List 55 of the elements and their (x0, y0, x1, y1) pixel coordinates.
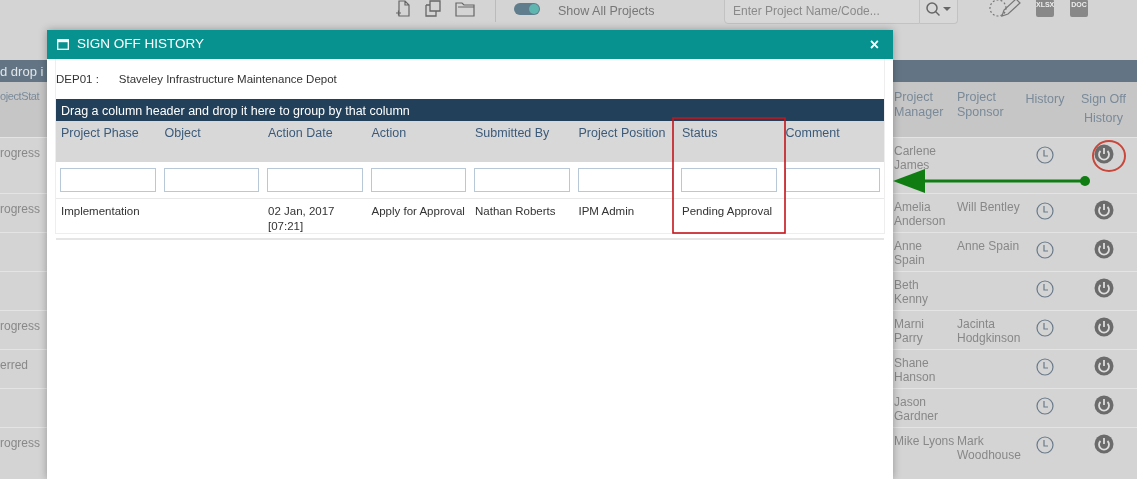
table-cell: Carlene James (894, 144, 937, 173)
column-header[interactable]: Project Phase (61, 126, 155, 142)
close-button[interactable]: × (865, 36, 883, 53)
toggle-label: Show All Projects (558, 3, 655, 20)
table-cell: Amelia Anderson (894, 200, 946, 229)
table-cell: Mike Lyons (894, 434, 955, 448)
table-cell: rogress (0, 319, 40, 333)
table-cell: rogress (0, 436, 40, 450)
highlight-circle (1090, 139, 1128, 175)
column-header[interactable]: Object (164, 126, 258, 142)
table-cell: Apply for Approval (371, 205, 465, 218)
table-cell: Anne Spain (957, 239, 1020, 253)
search-button[interactable] (920, 0, 958, 24)
table-cell: erred (0, 358, 28, 372)
column-header[interactable]: Status (682, 126, 776, 142)
filter-field[interactable] (784, 168, 880, 193)
table-cell: 02 Jan, 2017 [07:21] (268, 205, 335, 232)
table-cell: Will Bentley (957, 200, 1020, 214)
project-name: Staveley Infrastructure Maintenance Depot (118, 72, 337, 87)
filter-field[interactable] (267, 168, 363, 193)
window-icon (57, 39, 69, 50)
column-header[interactable]: Submitted By (475, 126, 569, 142)
table-cell: Anne Spain (894, 239, 925, 268)
folder-icon[interactable] (455, 1, 475, 17)
dialog-title: SIGN OFF HISTORY (77, 35, 205, 54)
table-cell: Implementation (61, 205, 140, 218)
column-header[interactable]: Action (371, 126, 465, 142)
column-header[interactable]: Project Position (578, 126, 672, 142)
table-cell: Beth Kenny (894, 278, 929, 307)
filter-field[interactable] (60, 168, 156, 193)
filter-field[interactable] (577, 168, 673, 193)
table-cell: rogress (0, 146, 40, 160)
edit-icon[interactable] (988, 0, 1022, 18)
table-cell: Shane Hanson (894, 356, 936, 385)
filter-field[interactable] (163, 168, 259, 193)
column-header[interactable]: Action Date (268, 126, 362, 142)
table-cell: rogress (0, 202, 40, 216)
table-cell: Jacinta Hodgkinson (957, 317, 1021, 346)
group-by-bar: Drag a column header and drop it here to group by that column (56, 99, 884, 122)
toggle-switch[interactable] (514, 3, 540, 15)
new-document-icon[interactable] (395, 0, 411, 18)
filter-field[interactable] (370, 168, 466, 193)
table-cell: Pending Approval (682, 205, 773, 218)
column-header[interactable]: Comment (785, 126, 879, 142)
filter-field[interactable] (474, 168, 570, 193)
table-cell: IPM Admin (578, 205, 635, 218)
filter-field[interactable] (681, 168, 777, 193)
table-cell: Mark Woodhouse (957, 434, 1021, 463)
table-cell: Nathan Roberts (475, 205, 556, 218)
copy-icon[interactable] (423, 0, 443, 18)
table-cell: Jason Gardner (894, 395, 939, 424)
project-code: DEP01 : (56, 72, 99, 87)
table-cell: Marni Parry (894, 317, 924, 346)
search-field[interactable]: Enter Project Name/Code... (724, 0, 920, 24)
group-hint-text: d drop i (0, 63, 45, 81)
